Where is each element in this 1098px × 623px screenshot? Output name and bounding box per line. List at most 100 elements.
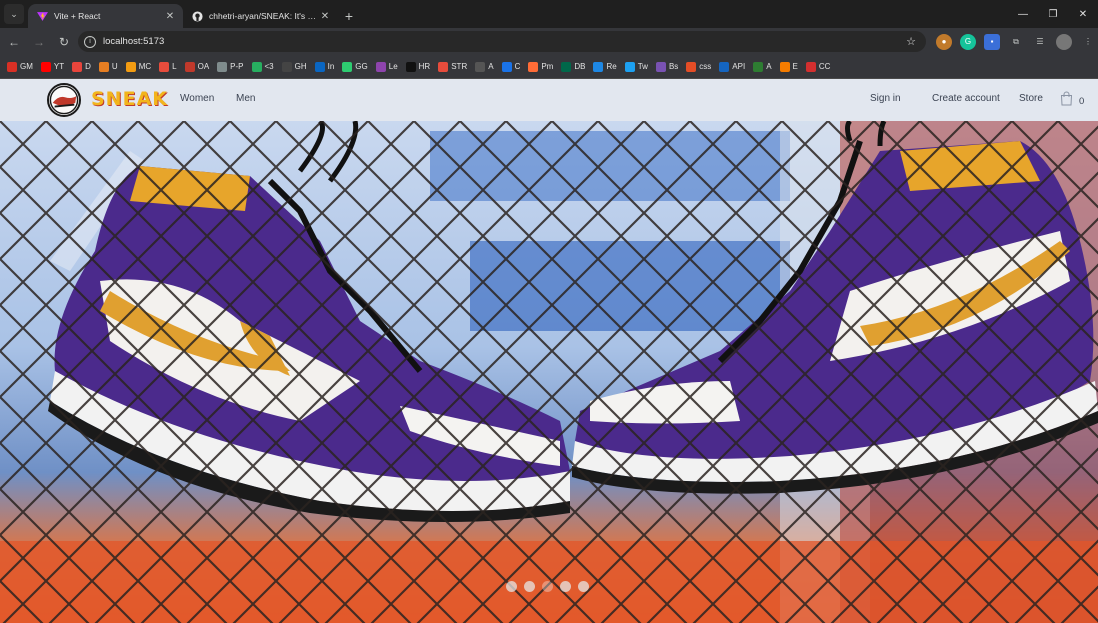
cart-button[interactable]: 0	[1060, 91, 1084, 111]
browser-menu-icon[interactable]: ⋮	[1080, 34, 1096, 50]
bookmark-item[interactable]: U	[98, 61, 118, 72]
restore-icon[interactable]: ❐	[1038, 0, 1068, 28]
bookmark-item[interactable]: YT	[40, 61, 64, 72]
extension-blue-icon[interactable]: ▪	[984, 33, 1000, 50]
bookmark-label: DB	[574, 62, 586, 71]
reload-icon[interactable]: ↻	[53, 31, 75, 53]
reading-list-icon[interactable]: ☰	[1032, 34, 1048, 50]
bookmark-label: Tw	[637, 62, 648, 71]
carousel-dot[interactable]	[524, 581, 535, 592]
bookmark-favicon-icon	[753, 61, 764, 72]
store-link[interactable]: Store	[1019, 93, 1043, 104]
bookmark-item[interactable]: In	[314, 61, 334, 72]
back-icon[interactable]: ←	[3, 31, 25, 53]
close-tab-icon[interactable]: ✕	[163, 11, 177, 22]
sign-in-link[interactable]: Sign in	[870, 93, 901, 104]
extension-grammarly-icon[interactable]: G	[960, 33, 976, 50]
close-tab-icon[interactable]: ✕	[318, 11, 332, 22]
bookmark-item[interactable]: Re	[593, 61, 617, 72]
tab-github[interactable]: chhetri-aryan/SNEAK: It's an E- ✕	[183, 4, 338, 28]
bookmark-item[interactable]: A	[475, 61, 494, 72]
website: SNEAK Women Men Sign in Create account S…	[0, 79, 1098, 623]
bookmark-favicon-icon	[281, 61, 292, 72]
bookmark-item[interactable]: css	[686, 61, 711, 72]
browser-toolbar: ← → ↻ i localhost:5173 ☆ ● G ▪ ⧉ ☰ ⋮	[0, 28, 1098, 55]
bookmark-item[interactable]: Tw	[624, 61, 648, 72]
extensions-puzzle-icon[interactable]: ⧉	[1008, 34, 1024, 50]
carousel-dot[interactable]	[578, 581, 589, 592]
bookmark-favicon-icon	[7, 61, 17, 72]
bookmark-label: GG	[355, 62, 368, 71]
bookmark-item[interactable]: OA	[184, 61, 210, 72]
bookmark-favicon-icon	[561, 61, 572, 72]
bookmark-label: MC	[138, 62, 152, 71]
bookmark-item[interactable]: DB	[561, 61, 586, 72]
tab-strip: ⌄ Vite + React ✕ chhetri-aryan/SNEAK: It…	[0, 0, 1098, 28]
site-info-icon[interactable]: i	[84, 35, 96, 48]
hero-sneakers-image	[0, 119, 1098, 623]
bookmark-favicon-icon	[528, 61, 539, 72]
bookmark-item[interactable]: HR	[405, 61, 430, 72]
bookmark-label: D	[85, 62, 91, 71]
carousel-dot[interactable]	[506, 581, 517, 592]
bookmark-label: STR	[451, 62, 468, 71]
bookmark-item[interactable]: MC	[125, 61, 152, 72]
bookmark-item[interactable]: L	[159, 61, 177, 72]
new-tab-button[interactable]: +	[338, 4, 360, 28]
carousel-dot[interactable]	[542, 581, 553, 592]
carousel-dot[interactable]	[560, 581, 571, 592]
bookmark-label: GM	[20, 62, 33, 71]
bookmark-favicon-icon	[251, 61, 262, 72]
bookmark-favicon-icon	[72, 61, 83, 72]
bookmark-label: CC	[818, 62, 831, 71]
bookmark-favicon-icon	[98, 61, 109, 72]
bookmark-item[interactable]: D	[72, 61, 91, 72]
bookmark-label: API	[732, 62, 746, 71]
bookmark-item[interactable]: C	[501, 61, 521, 72]
github-icon	[191, 10, 203, 22]
brand-wordmark[interactable]: SNEAK	[91, 88, 168, 110]
minimize-icon[interactable]: —	[1008, 0, 1038, 28]
tab-vite-react[interactable]: Vite + React ✕	[28, 4, 183, 28]
bookmark-star-icon[interactable]: ☆	[906, 35, 916, 48]
bookmark-item[interactable]: Bs	[655, 61, 678, 72]
url-text: localhost:5173	[103, 36, 165, 47]
brand-logo[interactable]	[47, 83, 81, 117]
bookmark-item[interactable]: STR	[438, 61, 468, 72]
bookmark-item[interactable]: E	[779, 61, 798, 72]
bookmark-item[interactable]: Le	[375, 61, 398, 72]
bookmark-favicon-icon	[593, 61, 604, 72]
bookmarks-bar: GM YT D U MC L OA P-P <3 GH In GG Le HR STR A C Pm DB Re Tw B…	[0, 55, 1098, 79]
nav-men-link[interactable]: Men	[236, 93, 255, 104]
extension-cookie-icon[interactable]: ●	[936, 33, 952, 50]
hero-carousel[interactable]	[0, 119, 1098, 623]
bookmark-label: C	[514, 62, 521, 71]
bookmark-item[interactable]: Pm	[528, 61, 553, 72]
address-bar[interactable]: i localhost:5173 ☆	[78, 31, 926, 52]
create-account-link[interactable]: Create account	[932, 93, 1000, 104]
carousel-indicators	[506, 581, 596, 592]
tab-title: Vite + React	[54, 11, 101, 21]
bookmark-favicon-icon	[438, 61, 449, 72]
bookmark-label: OA	[197, 62, 210, 71]
bookmark-item[interactable]: <3	[251, 61, 274, 72]
bookmark-label: A	[766, 62, 772, 71]
bookmark-item[interactable]: API	[719, 61, 746, 72]
bookmark-item[interactable]: P-P	[217, 61, 244, 72]
site-header: SNEAK Women Men Sign in Create account S…	[0, 79, 1098, 121]
bookmark-label: GH	[294, 62, 307, 71]
profile-avatar-icon[interactable]	[1056, 33, 1072, 50]
bookmark-item[interactable]: GG	[342, 61, 368, 72]
bookmark-item[interactable]: GH	[281, 61, 307, 72]
bookmark-item[interactable]: A	[753, 61, 772, 72]
bookmark-label: U	[111, 62, 118, 71]
bookmark-item[interactable]: CC	[805, 61, 831, 72]
close-window-icon[interactable]: ✕	[1068, 0, 1098, 28]
forward-icon[interactable]: →	[28, 31, 50, 53]
tab-search-button[interactable]: ⌄	[4, 4, 24, 24]
nav-women-link[interactable]: Women	[180, 93, 214, 104]
bookmark-label: P-P	[230, 62, 244, 71]
bookmark-favicon-icon	[314, 61, 325, 72]
bookmark-item[interactable]: GM	[7, 61, 33, 72]
shopping-bag-icon	[1060, 91, 1073, 111]
